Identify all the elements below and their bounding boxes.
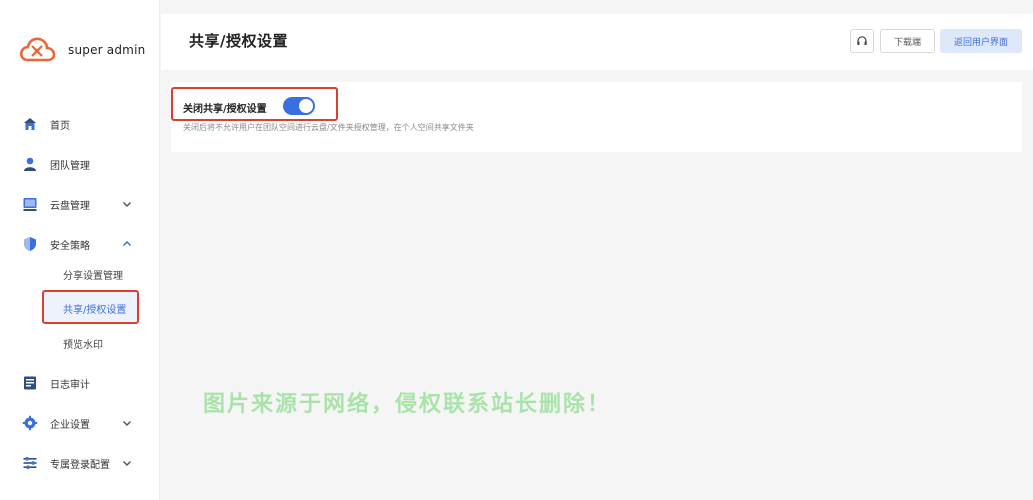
sidebar-subitem-preview-watermark[interactable]: 预览水印 bbox=[0, 329, 160, 357]
sidebar-subitem-share-settings[interactable]: 分享设置管理 bbox=[0, 260, 160, 288]
watermark-text: 图片来源于网络，侵权联系站长删除！ bbox=[203, 392, 612, 417]
chevron-down-icon[interactable] bbox=[121, 417, 133, 429]
setting-label: 关闭共享/授权设置 bbox=[183, 104, 267, 115]
share-auth-toggle[interactable] bbox=[283, 97, 315, 115]
cloud-logo-icon bbox=[19, 37, 56, 62]
download-client-button[interactable]: 下载端 bbox=[880, 29, 935, 53]
sidebar-subitem-share-auth[interactable]: 共享/授权设置 bbox=[0, 294, 160, 322]
sidebar-item-label: 团队管理 bbox=[50, 160, 90, 172]
sidebar-item-login-config[interactable]: 专属登录配置 bbox=[0, 447, 160, 479]
sidebar-item-security[interactable]: 安全策略 bbox=[0, 228, 160, 260]
chevron-up-icon[interactable] bbox=[121, 238, 133, 250]
chevron-down-icon[interactable] bbox=[121, 457, 133, 469]
sidebar-item-enterprise[interactable]: 企业设置 bbox=[0, 407, 160, 439]
sidebar-item-label: 云盘管理 bbox=[50, 200, 90, 212]
sidebar-subitem-label: 分享设置管理 bbox=[63, 270, 123, 282]
disk-icon bbox=[23, 198, 37, 211]
sliders-icon bbox=[23, 457, 37, 469]
brand[interactable]: super admin bbox=[18, 34, 145, 66]
headset-icon bbox=[857, 36, 867, 45]
sidebar-item-audit[interactable]: 日志审计 bbox=[0, 367, 160, 399]
setting-description: 关闭后将不允许用户在团队空间进行云盘/文件夹授权管理，在个人空间共享文件夹 bbox=[183, 123, 474, 132]
sidebar-item-home[interactable]: 首页 bbox=[0, 108, 160, 140]
page-header: 共享/授权设置 下载端 返回用户界面 bbox=[161, 14, 1033, 70]
chevron-down-icon[interactable] bbox=[121, 198, 133, 210]
sidebar-subitem-label: 共享/授权设置 bbox=[63, 304, 127, 316]
toggle-knob bbox=[299, 99, 313, 113]
user-icon bbox=[24, 157, 36, 171]
sidebar-item-team[interactable]: 团队管理 bbox=[0, 148, 160, 180]
gear-icon bbox=[22, 415, 38, 431]
support-button[interactable] bbox=[850, 29, 874, 53]
sidebar: super admin 首页 团队管理 云盘管理 安全策略 分享设置管理 共享/… bbox=[0, 0, 160, 500]
shield-icon bbox=[24, 237, 36, 251]
sidebar-item-label: 安全策略 bbox=[50, 240, 90, 252]
sidebar-subitem-label: 预览水印 bbox=[63, 339, 103, 351]
page-title: 共享/授权设置 bbox=[189, 32, 288, 50]
log-icon bbox=[24, 376, 36, 390]
sidebar-item-label: 日志审计 bbox=[50, 379, 90, 391]
brand-name: super admin bbox=[68, 43, 146, 57]
sidebar-item-disk[interactable]: 云盘管理 bbox=[0, 188, 160, 220]
sidebar-item-label: 首页 bbox=[50, 120, 70, 132]
home-icon bbox=[24, 118, 36, 130]
sidebar-item-label: 专属登录配置 bbox=[50, 459, 110, 471]
sidebar-item-label: 企业设置 bbox=[50, 419, 90, 431]
back-to-user-button[interactable]: 返回用户界面 bbox=[940, 29, 1022, 53]
